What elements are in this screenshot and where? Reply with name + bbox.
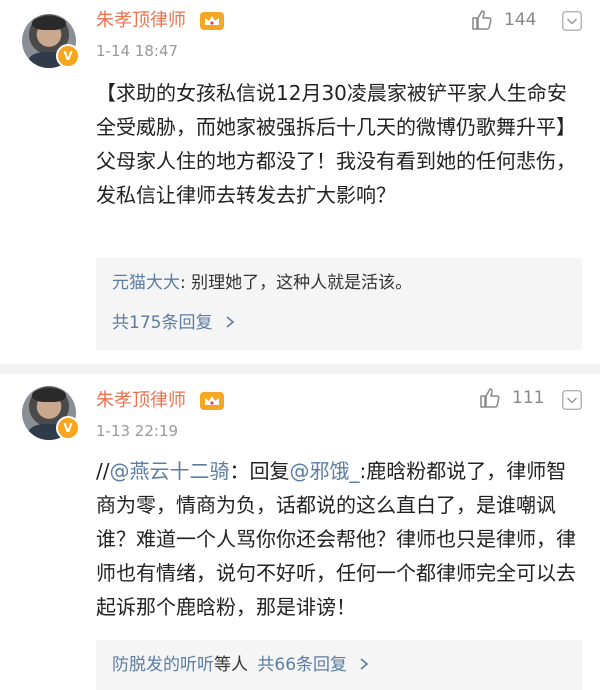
comment-body: 【求助的女孩私信说12月30凌晨家被铲平家人生命安全受威胁，而她家被强拆后十几天… [96, 76, 582, 246]
comment-body-segment: ：回复 [229, 459, 290, 483]
reply-users[interactable]: 防脱发的听听 [112, 655, 214, 675]
like-count: 111 [512, 388, 545, 408]
chevron-right-icon [226, 316, 235, 328]
view-replies-link[interactable]: 防脱发的听听等人 共66条回复 [112, 654, 370, 676]
username[interactable]: 朱孝顶律师 [96, 390, 186, 412]
reply-preview-text: : 别理她了，这种人就是活该。 [180, 273, 413, 293]
mention-link[interactable]: @邪饿_ [289, 459, 359, 483]
reply-users-suffix: 等人 [214, 655, 248, 675]
verified-badge-icon: V [56, 416, 80, 440]
like-count: 144 [504, 10, 537, 30]
thumbs-up-icon [480, 388, 500, 408]
comment-card: V 朱孝顶律师 1-13 22:19 111 //@燕云十二骑：回复@邪饿_:鹿… [0, 364, 600, 690]
username[interactable]: 朱孝顶律师 [96, 10, 186, 32]
timestamp: 1-13 22:19 [96, 422, 179, 440]
thumbs-up-icon [472, 10, 492, 30]
verified-badge-icon: V [56, 44, 80, 68]
comment-body-segment: :鹿晗粉都说了，律师智商为零，情商为负，话都说的这么直白了，是谁嘲讽谁？难道一个… [96, 459, 576, 619]
avatar-hair [32, 388, 66, 402]
like-button[interactable]: 111 [478, 386, 544, 410]
reply-preview-box[interactable]: 防脱发的听听等人 共66条回复 [96, 640, 582, 690]
comment-body-text: 【求助的女孩私信说12月30凌晨家被铲平家人生命安全受威胁，而她家被强拆后十几天… [96, 81, 576, 207]
view-replies-label: 共66条回复 [257, 655, 348, 675]
view-replies-label: 共175条回复 [112, 313, 213, 333]
chevron-down-icon[interactable] [562, 390, 582, 410]
avatar-hair [32, 16, 66, 30]
mention-link[interactable]: @燕云十二骑 [109, 459, 229, 483]
timestamp: 1-14 18:47 [96, 42, 179, 60]
view-replies-link[interactable]: 共175条回复 [112, 312, 236, 334]
reply-preview-box[interactable]: 元猫大大: 别理她了，这种人就是活该。 共175条回复 [96, 258, 582, 350]
comment-card: V 朱孝顶律师 1-14 18:47 144 【求助的女孩私信说12月30凌晨家… [0, 0, 600, 364]
reply-preview-user[interactable]: 元猫大大 [112, 273, 180, 293]
like-button[interactable]: 144 [470, 8, 536, 32]
comment-body-segment: // [96, 459, 110, 483]
crown-badge-icon [200, 12, 224, 30]
crown-badge-icon [200, 392, 224, 410]
chevron-down-icon[interactable] [562, 11, 582, 31]
comment-body: //@燕云十二骑：回复@邪饿_:鹿晗粉都说了，律师智商为零，情商为负，话都说的这… [96, 454, 582, 624]
reply-preview-line: 元猫大大: 别理她了，这种人就是活该。 [112, 272, 412, 294]
chevron-right-icon [360, 658, 369, 670]
